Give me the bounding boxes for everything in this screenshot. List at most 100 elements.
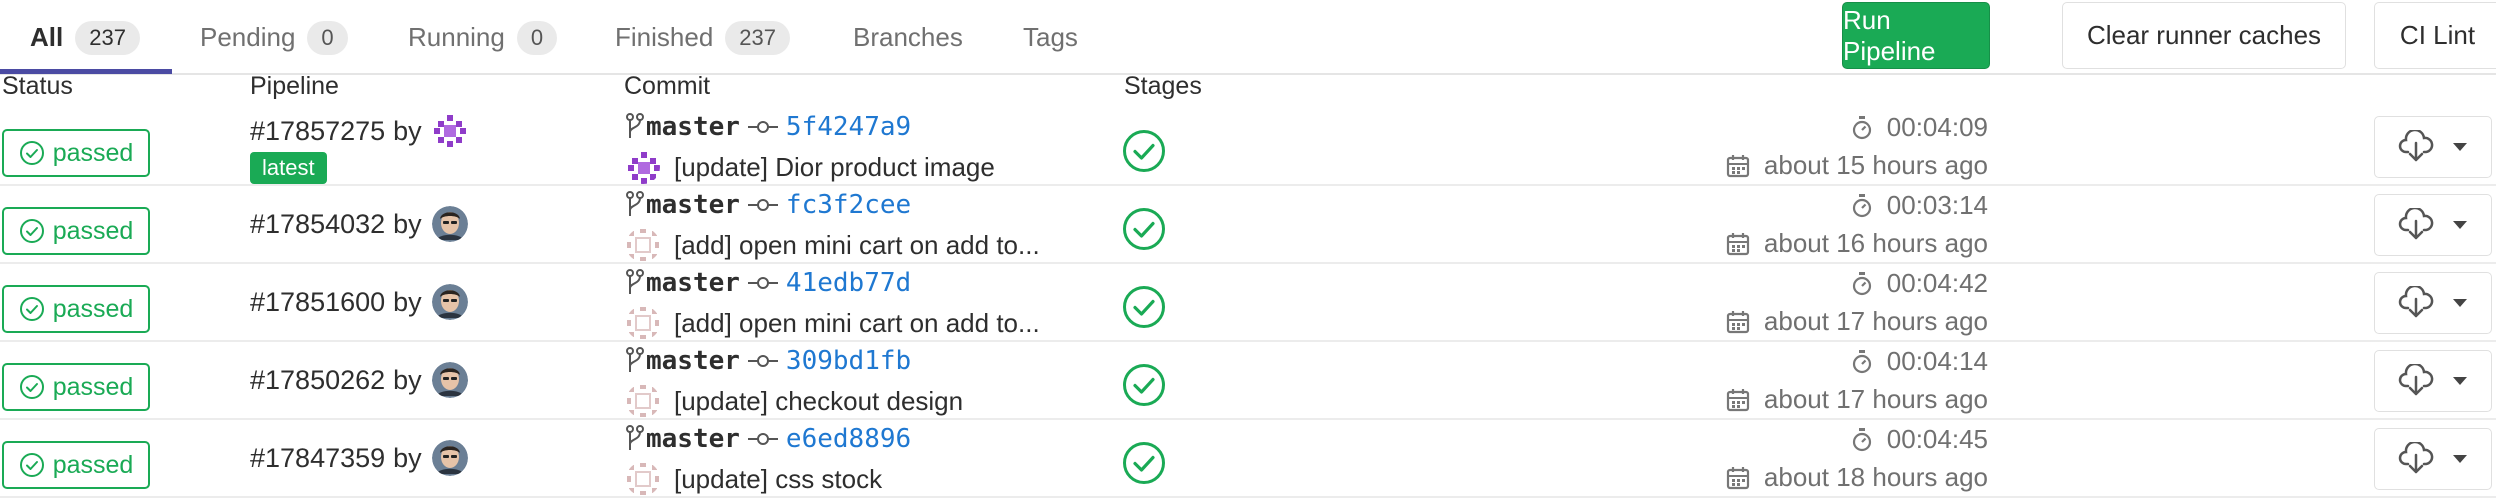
branch-icon: [626, 113, 644, 138]
cloud-download-icon: [2398, 208, 2434, 240]
commit-icon: [747, 433, 778, 445]
clear-runner-caches-button[interactable]: Clear runner caches: [2062, 2, 2346, 69]
download-artifacts-dropdown[interactable]: [2374, 116, 2492, 178]
cloud-download-icon: [2398, 442, 2434, 474]
tab-finished[interactable]: Finished 237: [615, 0, 790, 75]
finished-time-text: about 17 hours ago: [1763, 384, 1988, 414]
finished-time-text: about 16 hours ago: [1763, 228, 1988, 258]
pipeline-duration: 00:04:45: [1851, 424, 1988, 455]
ci-lint-label: CI Lint: [2399, 20, 2476, 50]
stage-success-icon[interactable]: [1122, 363, 1166, 407]
pipeline-row: passed #17847359 by master e6ed8896 [upd…: [0, 420, 2496, 498]
avatar[interactable]: [431, 206, 468, 242]
pipeline-row: passed #17854032 by master fc3f2cee [add…: [0, 186, 2496, 264]
duration-text: 00:04:42: [1886, 268, 1988, 298]
tab-pending[interactable]: Pending 0: [200, 0, 348, 75]
stage-success-icon[interactable]: [1122, 285, 1166, 329]
commit-message-link[interactable]: [add] open mini cart on add to...: [674, 230, 1040, 261]
pipeline-id-cell: #17851600 by: [250, 284, 468, 320]
status-badge[interactable]: passed: [2, 129, 150, 177]
avatar[interactable]: [431, 440, 468, 476]
tab-count-badge: 0: [307, 20, 348, 55]
commit-sha-link[interactable]: 5f4247a9: [786, 112, 911, 142]
finished-time-text: about 18 hours ago: [1763, 462, 1988, 492]
pipeline-duration: 00:04:14: [1851, 346, 1988, 377]
commit-message-link[interactable]: [add] open mini cart on add to...: [674, 308, 1040, 339]
branch-name-link[interactable]: master: [646, 190, 740, 220]
status-success-icon: [19, 219, 44, 243]
pipeline-id-link[interactable]: #17850262: [250, 365, 385, 396]
pipeline-finished-at: about 18 hours ago: [1726, 462, 1988, 493]
pipeline-by-text: by: [393, 364, 422, 395]
commit-icon: [747, 199, 778, 211]
run-pipeline-button[interactable]: Run Pipeline: [1842, 2, 1990, 69]
pipeline-finished-at: about 15 hours ago: [1726, 150, 1988, 181]
pipeline-id-cell: #17850262 by: [250, 362, 468, 398]
chevron-down-icon: [2453, 299, 2467, 307]
status-badge[interactable]: passed: [2, 441, 150, 489]
tab-all[interactable]: All 237: [30, 0, 140, 75]
timer-icon: [1852, 349, 1871, 373]
duration-text: 00:04:14: [1886, 346, 1988, 376]
commit-message-link[interactable]: [update] css stock: [674, 464, 882, 495]
avatar[interactable]: [431, 284, 468, 320]
download-artifacts-dropdown[interactable]: [2374, 272, 2492, 334]
commit-sha-link[interactable]: e6ed8896: [786, 424, 911, 454]
finished-time-text: about 15 hours ago: [1763, 150, 1988, 180]
tab-count-badge: 237: [725, 20, 790, 55]
avatar[interactable]: [431, 362, 468, 398]
tab-running[interactable]: Running 0: [408, 0, 558, 75]
commit-author-avatar[interactable]: [626, 384, 660, 418]
commit-author-avatar[interactable]: [626, 150, 660, 184]
commit-ref: master 5f4247a9: [626, 112, 911, 142]
ci-lint-button[interactable]: CI Lint: [2374, 2, 2496, 69]
commit-sha-link[interactable]: fc3f2cee: [786, 190, 911, 220]
pipeline-id-link[interactable]: #17854032: [250, 209, 385, 240]
pipeline-duration: 00:03:14: [1851, 190, 1988, 221]
pipeline-row: passed #17850262 by master 309bd1fb [upd…: [0, 342, 2496, 420]
stage-success-icon[interactable]: [1122, 207, 1166, 251]
stage-success-icon[interactable]: [1122, 129, 1166, 173]
tab-tags[interactable]: Tags: [1023, 0, 1078, 75]
branch-icon: [626, 425, 644, 450]
pipeline-id-link[interactable]: #17857275: [250, 116, 385, 147]
commit-author-avatar[interactable]: [626, 462, 660, 496]
branch-name-link[interactable]: master: [646, 424, 740, 454]
commit-icon: [747, 121, 778, 133]
tab-count-badge: 0: [516, 20, 558, 55]
commit-icon: [747, 277, 778, 289]
download-artifacts-dropdown[interactable]: [2374, 428, 2492, 490]
pipeline-id-link[interactable]: #17851600: [250, 287, 385, 318]
status-success-icon: [19, 453, 44, 477]
commit-message-link[interactable]: [update] Dior product image: [674, 152, 995, 183]
commit-icon: [747, 355, 778, 367]
commit-author-avatar[interactable]: [626, 306, 660, 340]
commit-message-link[interactable]: [update] checkout design: [674, 386, 963, 417]
commit-title: [update] Dior product image: [626, 150, 995, 184]
branch-name-link[interactable]: master: [646, 112, 740, 142]
status-badge[interactable]: passed: [2, 285, 150, 333]
status-badge[interactable]: passed: [2, 363, 150, 411]
download-artifacts-dropdown[interactable]: [2374, 350, 2492, 412]
branch-icon: [626, 269, 644, 294]
pipeline-duration: 00:04:09: [1851, 112, 1988, 143]
calendar-icon: [1726, 388, 1750, 411]
commit-sha-link[interactable]: 41edb77d: [786, 268, 911, 298]
commit-title: [add] open mini cart on add to...: [626, 306, 1040, 340]
avatar[interactable]: [432, 113, 468, 149]
commit-sha-link[interactable]: 309bd1fb: [786, 346, 911, 376]
pipeline-row: passed #17857275 by latest master 5f4247…: [0, 108, 2496, 186]
timer-icon: [1852, 427, 1871, 451]
stage-success-icon[interactable]: [1122, 441, 1166, 485]
status-badge[interactable]: passed: [2, 207, 150, 255]
tab-branches[interactable]: Branches: [853, 0, 963, 75]
branch-name-link[interactable]: master: [646, 268, 740, 298]
commit-author-avatar[interactable]: [626, 228, 660, 262]
pipeline-id-link[interactable]: #17847359: [250, 443, 385, 474]
tab-label: All: [30, 22, 64, 52]
status-label: passed: [52, 138, 134, 167]
branch-name-link[interactable]: master: [646, 346, 740, 376]
duration-text: 00:03:14: [1886, 190, 1988, 220]
cloud-download-icon: [2398, 286, 2434, 318]
download-artifacts-dropdown[interactable]: [2374, 194, 2492, 256]
